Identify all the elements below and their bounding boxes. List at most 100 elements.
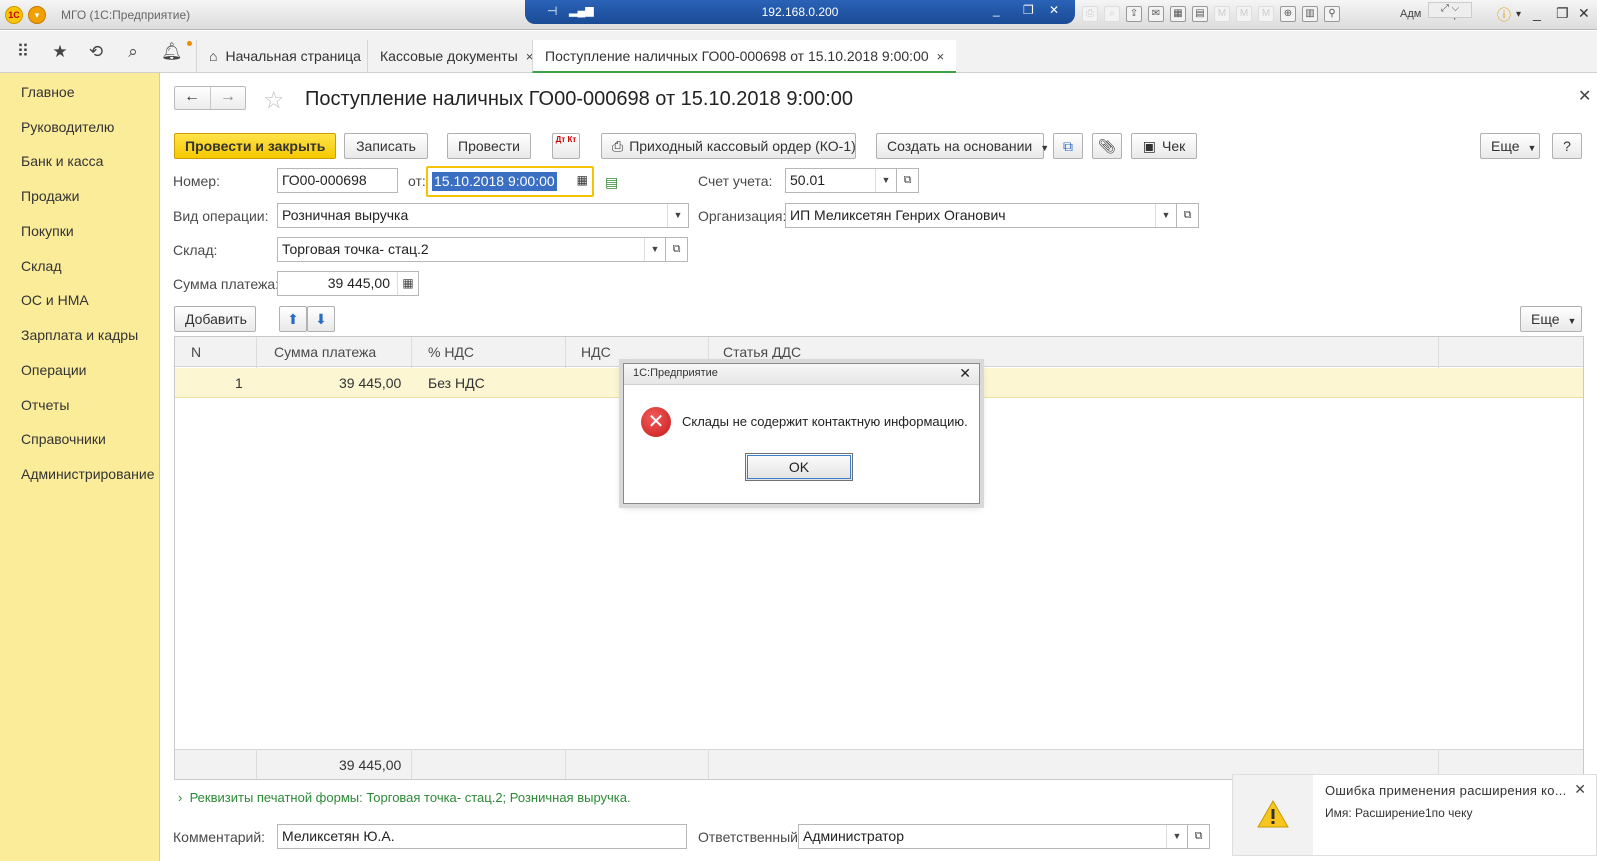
sidebar-item-operations[interactable]: Операции <box>21 362 87 378</box>
edit-status-icon[interactable]: ▤ <box>605 174 618 191</box>
calc-icon[interactable]: ▦ <box>1170 6 1186 22</box>
zoom-icon[interactable]: ⊕ <box>1280 6 1296 22</box>
post-and-close-button[interactable]: Провести и закрыть <box>174 133 336 159</box>
dropdown-caret-icon[interactable]: ▼ <box>1155 204 1176 227</box>
print-cash-order-button[interactable]: ⎙ Приходный кассовый ордер (КО-1) <box>601 133 856 159</box>
table-more-button[interactable]: Еще ▼ <box>1520 306 1582 332</box>
back-arrow-icon[interactable]: ← <box>175 88 209 106</box>
open-warehouse-icon[interactable]: ⧉ <box>666 237 688 262</box>
tab-home[interactable]: ⌂ Начальная страница <box>196 40 373 73</box>
column-header-n[interactable]: N <box>191 344 201 360</box>
date-field[interactable]: 15.10.2018 9:00:00 ▦ <box>426 166 594 197</box>
notification-close-icon[interactable]: ✕ <box>1574 781 1586 798</box>
payment-sum-field[interactable]: 39 445,00 ▦ <box>277 271 419 296</box>
open-organization-icon[interactable]: ⧉ <box>1177 203 1199 228</box>
responsible-field[interactable]: Администратор ▼ <box>798 824 1188 849</box>
warehouse-field[interactable]: Торговая точка- стац.2 ▼ <box>277 237 666 262</box>
rdp-minimize-icon[interactable]: _ <box>993 3 1000 17</box>
open-responsible-icon[interactable]: ⧉ <box>1188 824 1210 849</box>
minimize-icon[interactable]: _ <box>1533 5 1541 21</box>
info-icon[interactable]: ⓘ <box>1497 5 1511 25</box>
move-up-icon[interactable]: ⬆ <box>279 306 307 332</box>
account-label: Счет учета: <box>698 173 773 189</box>
print-icon[interactable]: ⎙ <box>1082 6 1098 22</box>
panel-icon[interactable]: ▥ <box>1302 6 1318 22</box>
home-icon: ⌂ <box>209 48 218 64</box>
sidebar-item-warehouse[interactable]: Склад <box>21 258 62 274</box>
save-file-icon[interactable]: ⇪ <box>1126 6 1142 22</box>
calendar-icon[interactable]: ▦ <box>577 173 588 187</box>
organization-field[interactable]: ИП Меликсетян Генрих Оганович ▼ <box>785 203 1177 228</box>
operation-field[interactable]: Розничная выручка ▼ <box>277 203 689 228</box>
sidebar-item-sales[interactable]: Продажи <box>21 188 79 204</box>
move-down-icon[interactable]: ⬇ <box>307 306 335 332</box>
sidebar-item-reports[interactable]: Отчеты <box>21 397 69 413</box>
column-header-vat[interactable]: НДС <box>581 344 611 360</box>
memory-plus-icon[interactable]: M <box>1236 6 1252 22</box>
title-menu-caret-icon[interactable]: ▾ <box>1516 9 1521 20</box>
rdp-close-icon[interactable]: ✕ <box>1049 3 1059 17</box>
create-based-on-button[interactable]: Создать на основании ▼ <box>876 133 1049 159</box>
receipt-button[interactable]: ▣ Чек <box>1131 133 1197 159</box>
favorites-star-icon[interactable]: ★ <box>50 42 70 62</box>
rdp-restore-icon[interactable]: ❐ <box>1023 3 1034 17</box>
sidebar-item-bank[interactable]: Банк и касса <box>21 153 103 169</box>
warehouse-label: Склад: <box>173 242 218 258</box>
notification-popup[interactable]: Ошибка применения расширения ко... Имя: … <box>1232 774 1597 856</box>
tools-icon[interactable]: ⚲ <box>1324 6 1340 22</box>
apps-grid-icon[interactable]: ⠿ <box>13 42 33 62</box>
open-account-icon[interactable]: ⧉ <box>897 168 919 193</box>
dropdown-caret-icon[interactable]: ▼ <box>875 169 896 192</box>
dialog-close-icon[interactable]: ✕ <box>959 365 971 382</box>
main-menu-button[interactable]: ▾ <box>28 6 46 24</box>
number-field[interactable]: ГО00-000698 <box>277 168 398 193</box>
error-dialog: 1С:Предприятие ✕ ✕ Склады не содержит ко… <box>623 363 980 504</box>
history-icon[interactable]: ⟲ <box>86 42 106 62</box>
printer-icon: ⎙ <box>612 138 624 154</box>
dt-kt-icon[interactable]: Дт Кт <box>552 133 580 159</box>
mail-icon[interactable]: ✉ <box>1148 6 1164 22</box>
dropdown-caret-icon[interactable]: ▼ <box>1166 825 1187 848</box>
more-button[interactable]: Еще ▼ <box>1480 133 1540 159</box>
post-button[interactable]: Провести <box>447 133 531 159</box>
sidebar-item-purchases[interactable]: Покупки <box>21 223 74 239</box>
dropdown-caret-icon[interactable]: ▼ <box>667 204 688 227</box>
comment-field[interactable]: Меликсетян Ю.А. <box>277 824 687 849</box>
column-header-vat-rate[interactable]: % НДС <box>428 344 474 360</box>
sidebar-item-assets[interactable]: ОС и НМА <box>21 292 89 308</box>
ok-button[interactable]: OK <box>745 453 853 481</box>
add-row-button[interactable]: Добавить <box>174 306 256 332</box>
search-icon[interactable]: ⌕ <box>123 42 143 62</box>
sidebar-item-directories[interactable]: Справочники <box>21 431 106 447</box>
save-button[interactable]: Записать <box>344 133 428 159</box>
fullscreen-toggle-icon[interactable]: ⤢ ⌵ <box>1428 2 1472 18</box>
forward-arrow-icon[interactable]: → <box>211 88 245 106</box>
help-button[interactable]: ? <box>1552 133 1582 159</box>
close-icon[interactable]: ✕ <box>1578 5 1590 22</box>
structure-icon[interactable]: ⧉ <box>1053 133 1083 159</box>
memory-minus-icon[interactable]: M <box>1258 6 1274 22</box>
restore-icon[interactable]: ❐ <box>1556 5 1569 22</box>
favorite-star-icon[interactable]: ☆ <box>263 86 285 115</box>
calendar-icon[interactable]: ▤ <box>1192 6 1208 22</box>
sidebar-item-main[interactable]: Главное <box>21 84 75 100</box>
calculator-icon[interactable]: ▦ <box>397 272 418 295</box>
preview-icon[interactable]: ⌕ <box>1104 6 1120 22</box>
tab-close-icon[interactable]: × <box>937 49 945 64</box>
dropdown-caret-icon[interactable]: ▼ <box>644 238 665 261</box>
memory-m-icon[interactable]: M <box>1214 6 1230 22</box>
column-header-dds[interactable]: Статья ДДС <box>723 344 801 360</box>
tab-cash-receipt[interactable]: Поступление наличных ГО00-000698 от 15.1… <box>532 40 957 73</box>
account-field[interactable]: 50.01 ▼ <box>785 168 897 193</box>
print-details-link[interactable]: › Реквизиты печатной формы: Торговая точ… <box>178 790 631 805</box>
notifications-bell-icon[interactable]: 🔔︎ <box>161 42 183 62</box>
remote-desktop-bar: ⊣ ▂▄▆ 192.168.0.200 _ ❐ ✕ <box>525 0 1075 24</box>
cell-vat-rate: Без НДС <box>428 375 485 391</box>
sidebar-item-payroll[interactable]: Зарплата и кадры <box>21 327 138 343</box>
attachment-icon[interactable]: 📎︎ <box>1092 133 1122 159</box>
sidebar-item-administration[interactable]: Администрирование <box>21 466 155 482</box>
tab-cash-documents[interactable]: Кассовые документы × <box>367 40 545 73</box>
sidebar-item-manager[interactable]: Руководителю <box>21 119 114 135</box>
form-close-icon[interactable]: ✕ <box>1578 86 1591 106</box>
column-header-sum[interactable]: Сумма платежа <box>274 344 376 360</box>
